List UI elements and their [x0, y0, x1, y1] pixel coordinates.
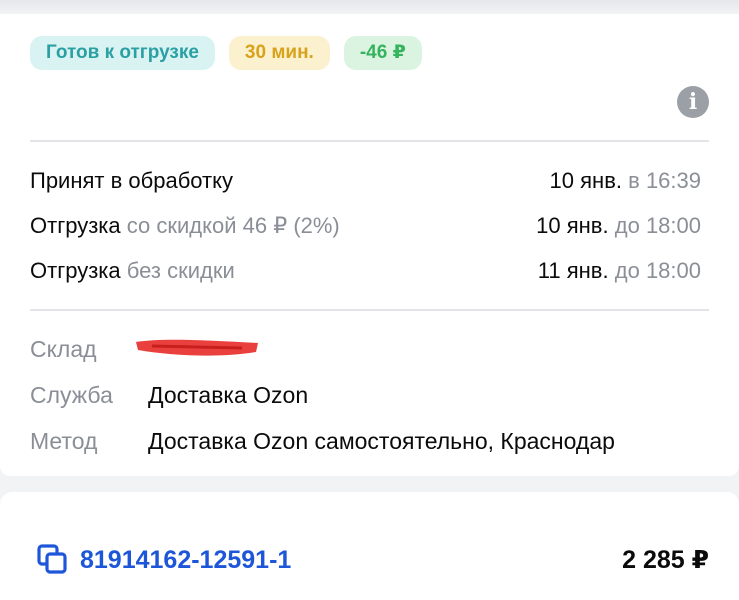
- schedule-date: 10 янв.: [549, 168, 622, 193]
- schedule-label: Принят в обработку: [30, 168, 233, 193]
- service-value: Доставка Ozon: [148, 381, 309, 408]
- method-label: Метод: [30, 427, 98, 454]
- status-chip: Готов к отгрузке: [30, 36, 215, 70]
- info-icon[interactable]: i: [677, 86, 709, 118]
- schedule-date: 11 янв.: [537, 258, 609, 283]
- schedule-time-prefix: до: [614, 258, 640, 283]
- service-label: Служба: [30, 381, 113, 408]
- service-row: Служба Доставка Ozon: [30, 380, 308, 410]
- schedule-time-prefix: в: [628, 168, 640, 193]
- redaction-mark: [136, 339, 258, 356]
- schedule-label: Отгрузка: [30, 213, 121, 238]
- schedule-time: 18:00: [645, 258, 701, 283]
- schedule-detail: без скидки: [126, 258, 235, 283]
- top-strip: [0, 0, 739, 14]
- schedule-time: 16:39: [645, 168, 701, 193]
- time-chip: 30 мин.: [228, 36, 330, 70]
- warehouse-row: Склад: [30, 334, 148, 364]
- schedule-date: 10 янв.: [536, 213, 609, 238]
- divider-top: [30, 140, 709, 142]
- divider-middle: [30, 309, 709, 311]
- schedule-label: Отгрузка: [30, 258, 121, 283]
- copy-icon[interactable]: [36, 543, 70, 577]
- schedule-row-accepted: Принят в обработку 10 янв. в 16:39: [30, 166, 701, 196]
- order-number[interactable]: 81914162-12591-1: [80, 546, 291, 575]
- order-price: 2 285 ₽: [622, 546, 709, 574]
- warehouse-label: Склад: [30, 335, 97, 362]
- method-row: Метод Доставка Ozon самостоятельно, Крас…: [30, 426, 615, 456]
- discount-chip: -46 ₽: [343, 36, 422, 70]
- order-number-link[interactable]: 81914162-12591-1: [36, 540, 291, 580]
- schedule-time: 18:00: [645, 213, 701, 238]
- schedule-time-prefix: до: [614, 213, 640, 238]
- schedule-row-discount: Отгрузка со скидкой 46 ₽ (2%) 10 янв. до…: [30, 211, 701, 241]
- schedule-row-no-discount: Отгрузка без скидки 11 янв. до 18:00: [30, 256, 701, 286]
- method-value: Доставка Ozon самостоятельно, Краснодар: [148, 427, 615, 454]
- schedule-detail: со скидкой 46 ₽ (2%): [126, 213, 340, 238]
- status-chips: Готов к отгрузке 30 мин. -46 ₽: [30, 36, 422, 70]
